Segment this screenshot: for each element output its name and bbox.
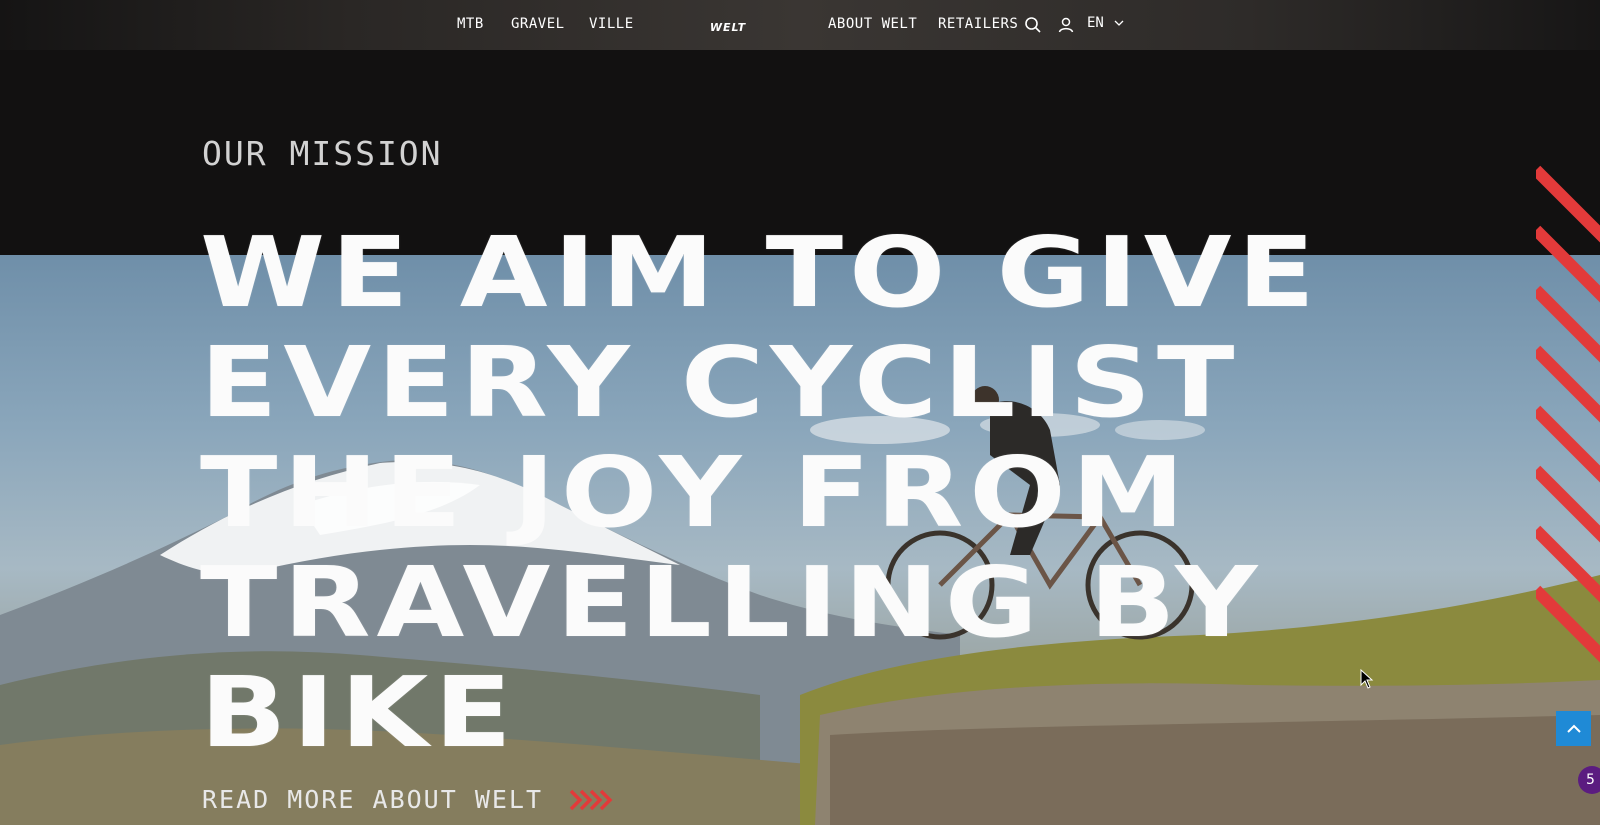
nav-link-about[interactable]: ABOUT WELT — [828, 16, 917, 32]
user-icon[interactable] — [1057, 16, 1075, 34]
nav-link-ville[interactable]: VILLE — [589, 16, 634, 32]
headline-line: TRAVELLING BY — [200, 546, 1264, 659]
read-more-link[interactable]: READ MORE ABOUT WELT — [202, 785, 617, 814]
chevrons-right-icon — [569, 789, 613, 810]
back-to-top-button[interactable] — [1556, 711, 1591, 746]
section-eyebrow: OUR MISSION — [202, 134, 443, 173]
read-more-label: READ MORE ABOUT WELT — [202, 785, 544, 814]
nav-link-gravel[interactable]: GRAVEL — [511, 16, 565, 32]
top-navigation: MTB GRAVEL VILLE WELT ABOUT WELT RETAILE… — [0, 0, 1600, 50]
nav-link-retailers[interactable]: RETAILERS — [938, 16, 1018, 32]
search-icon[interactable] — [1024, 16, 1042, 34]
language-code: EN — [1087, 15, 1104, 31]
language-selector[interactable]: EN — [1087, 15, 1124, 31]
headline-line: EVERY CYCLIST — [200, 326, 1241, 439]
logo-text: WELT — [710, 21, 747, 33]
welt-logo-mark: WELT — [710, 21, 747, 34]
welt-logo[interactable]: WELT — [698, 18, 758, 34]
headline-line: WE AIM TO GIVE — [200, 216, 1321, 329]
chevron-up-icon — [1566, 724, 1581, 733]
headline-line: THE JOY FROM — [200, 436, 1191, 549]
notification-badge[interactable]: 5 — [1578, 766, 1600, 794]
nav-link-mtb[interactable]: MTB — [457, 16, 484, 32]
headline-line: BIKE — [200, 656, 518, 769]
mission-headline: WE AIM TO GIVE EVERY CYCLIST THE JOY FRO… — [200, 218, 1600, 768]
mouse-cursor-icon — [1360, 669, 1374, 689]
chevron-down-icon — [1114, 20, 1124, 26]
